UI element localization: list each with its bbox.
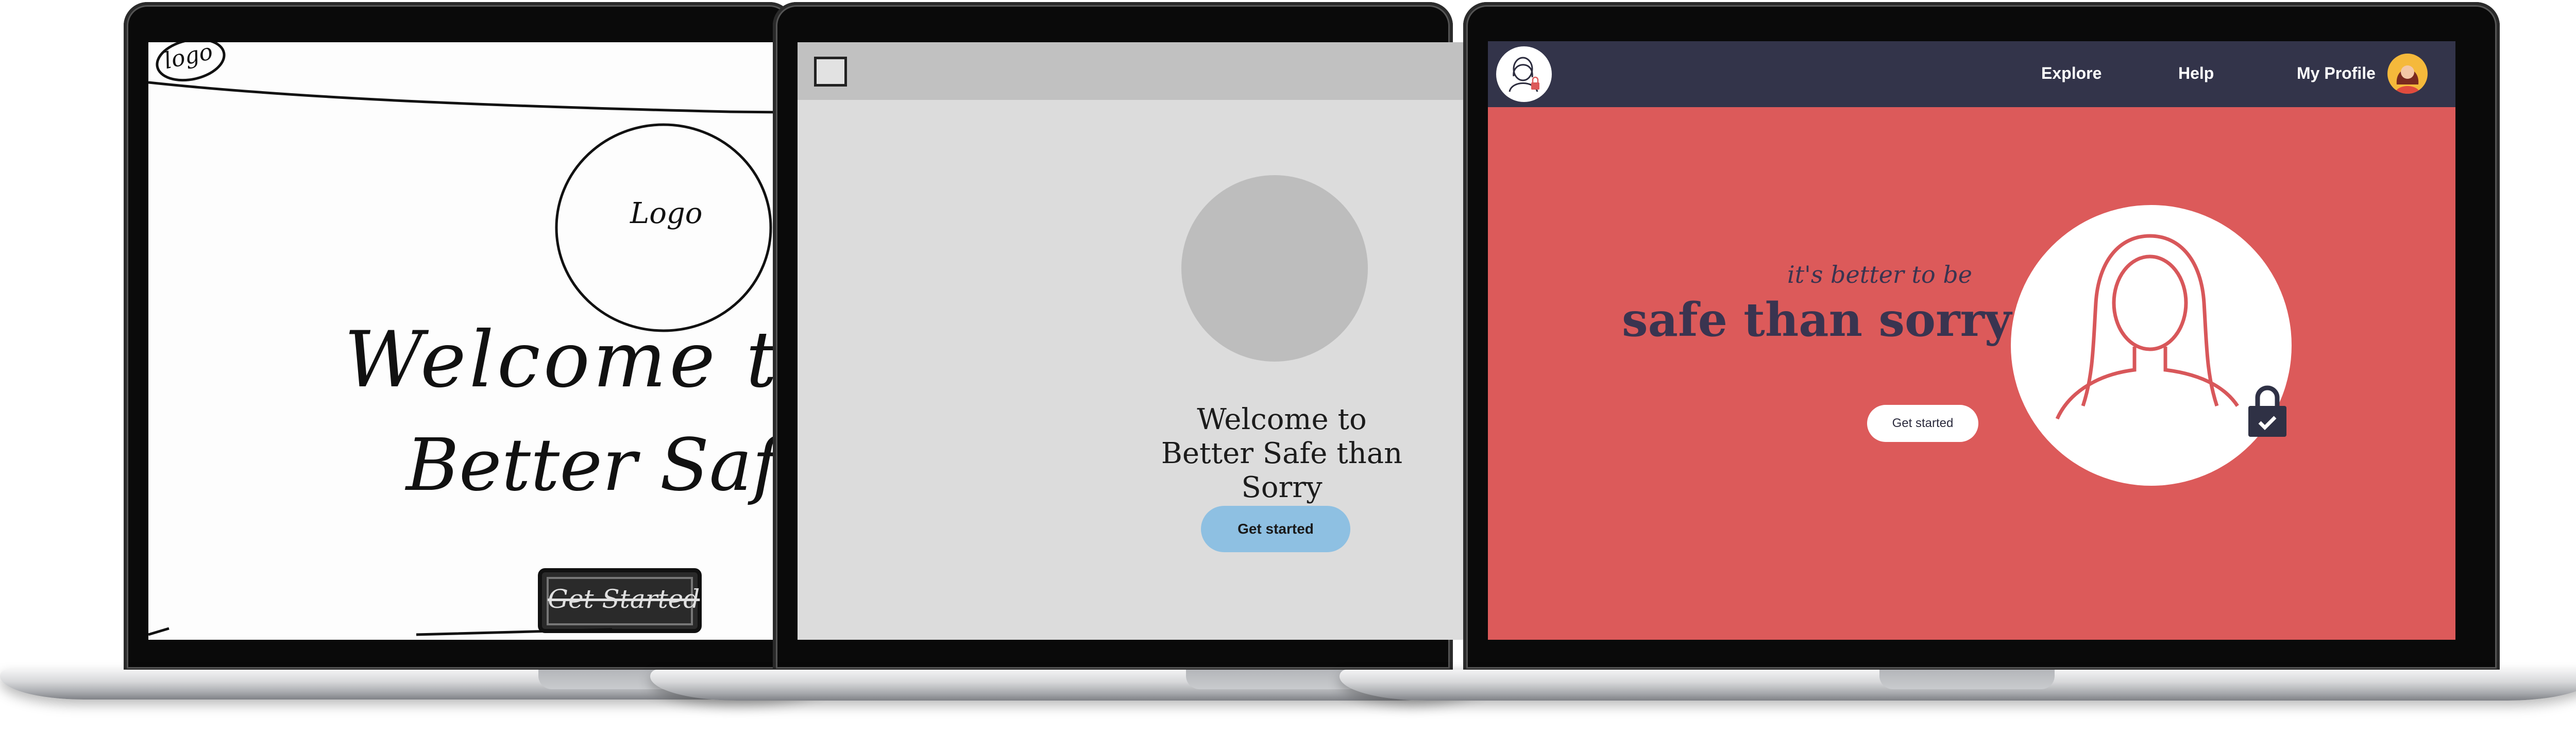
hero-circle [2011, 205, 2292, 486]
laptop-notch [1879, 670, 2055, 689]
wireframe-get-started-button[interactable]: Get started [1201, 506, 1350, 552]
woman-silhouette-icon [2055, 234, 2239, 420]
profile-lock-logo-icon[interactable] [1496, 46, 1552, 102]
user-avatar-icon[interactable] [2387, 54, 2428, 94]
tagline-small: it's better to be [1787, 261, 1972, 288]
wireframe-logo-placeholder [814, 57, 847, 87]
laptop-final: Explore Help My Profile it's better to b… [1340, 0, 2576, 733]
laptop-bezel: Explore Help My Profile it's better to b… [1463, 2, 2500, 672]
tagline-large: safe than sorry [1622, 293, 2012, 347]
nav-my-profile[interactable]: My Profile [2297, 64, 2376, 83]
final-navbar: Explore Help My Profile [1488, 41, 2455, 107]
nav-help[interactable]: Help [2178, 64, 2214, 83]
final-get-started-button[interactable]: Get started [1867, 405, 1978, 442]
nav-explore[interactable]: Explore [2041, 64, 2102, 83]
padlock-check-icon [2245, 381, 2290, 439]
final-screen: Explore Help My Profile it's better to b… [1488, 41, 2455, 640]
laptop-notch [1186, 670, 1361, 689]
